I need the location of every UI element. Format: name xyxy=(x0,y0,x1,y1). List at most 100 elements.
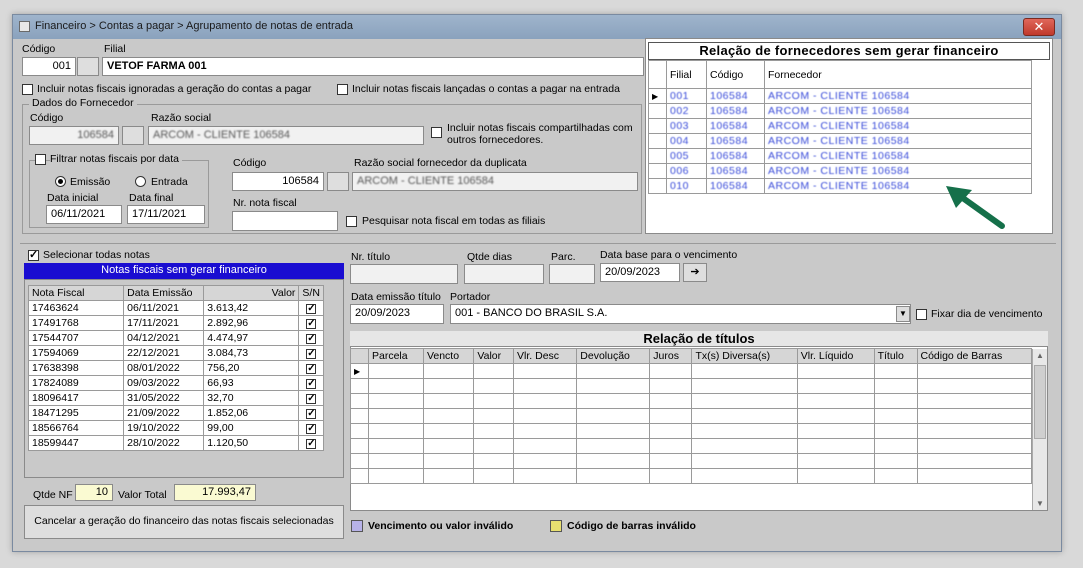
chevron-down-icon[interactable]: ▼ xyxy=(896,306,910,322)
fixar-dia-label: Fixar dia de vencimento xyxy=(931,308,1043,320)
nr-nota-field[interactable] xyxy=(232,211,338,231)
incluir-lancadas-checkbox[interactable] xyxy=(337,84,348,95)
nota-select-cell[interactable]: ✓ xyxy=(298,375,324,391)
titulos-scrollbar[interactable]: ▲ ▼ xyxy=(1032,349,1047,510)
parc-field[interactable] xyxy=(549,264,595,284)
titulo-row[interactable] xyxy=(350,408,1032,424)
apply-date-icon[interactable]: ➔ xyxy=(683,263,707,282)
selecionar-todas-checkbox[interactable] xyxy=(28,248,39,261)
data-emissao-field[interactable]: 20/09/2023 xyxy=(350,304,444,324)
nota-select-cell[interactable]: ✓ xyxy=(298,315,324,331)
scroll-down-icon[interactable]: ▼ xyxy=(1036,499,1044,508)
nota-select-checkbox[interactable]: ✓ xyxy=(306,424,317,434)
titulo-row[interactable] xyxy=(350,393,1032,409)
fornecedor-row[interactable]: 002 106584 ARCOM - CLIENTE 106584 xyxy=(648,103,1032,119)
nota-select-cell[interactable]: ✓ xyxy=(298,345,324,361)
nota-select-cell[interactable]: ✓ xyxy=(298,300,324,316)
nota-row[interactable]: 17463624 06/11/2021 3.613,42 ✓ xyxy=(27,300,324,316)
nota-select-checkbox[interactable]: ✓ xyxy=(306,349,317,359)
emissao-radio[interactable] xyxy=(55,176,66,187)
nota-row[interactable]: 18471295 21/09/2022 1.852,06 ✓ xyxy=(27,405,324,421)
nota-select-checkbox[interactable]: ✓ xyxy=(306,379,317,389)
titulo-row[interactable] xyxy=(350,438,1032,454)
duplicata-lookup-button[interactable] xyxy=(327,172,349,191)
nota-row[interactable]: 17594069 22/12/2021 3.084,73 ✓ xyxy=(27,345,324,361)
nota-value-cell: 3.613,42 xyxy=(203,300,300,316)
nota-select-cell[interactable]: ✓ xyxy=(298,420,324,436)
cancelar-geracao-button[interactable]: Cancelar a geração do financeiro das not… xyxy=(24,505,344,539)
nota-select-checkbox[interactable]: ✓ xyxy=(306,334,317,344)
titulos-col-1: Vencto xyxy=(422,348,475,364)
nr-titulo-field[interactable] xyxy=(350,264,458,284)
nota-value-cell: 2.892,96 xyxy=(203,315,300,331)
titulo-row[interactable]: ▶ xyxy=(350,363,1032,379)
filial-code-field[interactable]: 001 xyxy=(22,57,76,76)
incluir-ignoradas-checkbox[interactable] xyxy=(22,84,33,95)
filtrar-data-checkbox[interactable] xyxy=(35,154,46,165)
titulo-cell xyxy=(796,393,875,409)
nota-select-checkbox[interactable]: ✓ xyxy=(306,364,317,374)
data-inicial-field[interactable]: 06/11/2021 xyxy=(46,205,122,224)
titulo-cell xyxy=(368,453,424,469)
nota-row[interactable]: 17638398 08/01/2022 756,20 ✓ xyxy=(27,360,324,376)
titulo-row[interactable] xyxy=(350,378,1032,394)
entrada-radio[interactable] xyxy=(135,176,146,187)
pesquisar-filiais-checkbox[interactable] xyxy=(346,216,357,227)
titulo-cell xyxy=(796,423,875,439)
nota-select-checkbox[interactable]: ✓ xyxy=(306,394,317,404)
nota-number-cell: 17594069 xyxy=(27,345,125,361)
nota-row[interactable]: 17491768 17/11/2021 2.892,96 ✓ xyxy=(27,315,324,331)
data-base-field[interactable]: 20/09/2023 xyxy=(600,263,680,282)
nota-select-cell[interactable]: ✓ xyxy=(298,360,324,376)
nota-row[interactable]: 17824089 09/03/2022 66,93 ✓ xyxy=(27,375,324,391)
scroll-up-icon[interactable]: ▲ xyxy=(1036,351,1044,360)
filial-name-field[interactable]: VETOF FARMA 001 xyxy=(102,57,644,76)
portador-select[interactable]: 001 - BANCO DO BRASIL S.A. xyxy=(450,304,911,324)
fixar-dia-checkbox[interactable] xyxy=(916,309,927,320)
duplicata-razao-field[interactable]: ARCOM - CLIENTE 106584 xyxy=(352,172,638,191)
nota-select-checkbox[interactable]: ✓ xyxy=(306,319,317,329)
nota-row[interactable]: 18599447 28/10/2022 1.120,50 ✓ xyxy=(27,435,324,451)
compartilhadas-checkbox[interactable] xyxy=(431,127,442,138)
titulo-cell xyxy=(916,438,1032,454)
titulo-cell xyxy=(473,468,515,484)
nota-row[interactable]: 17544707 04/12/2021 4.474,97 ✓ xyxy=(27,330,324,346)
qtde-dias-field[interactable] xyxy=(464,264,544,284)
titulo-cell xyxy=(916,453,1032,469)
nota-row[interactable]: 18566764 19/10/2022 99,00 ✓ xyxy=(27,420,324,436)
close-button[interactable]: ✕ xyxy=(1023,18,1055,36)
nota-select-cell[interactable]: ✓ xyxy=(298,390,324,406)
fornecedor-row[interactable]: ▶ 001 106584 ARCOM - CLIENTE 106584 xyxy=(648,88,1032,104)
fornecedor-row[interactable]: 006 106584 ARCOM - CLIENTE 106584 xyxy=(648,163,1032,179)
nota-select-checkbox[interactable]: ✓ xyxy=(306,304,317,314)
data-final-field[interactable]: 17/11/2021 xyxy=(127,205,205,224)
titulo-cell xyxy=(368,393,424,409)
fornecedor-razao-field[interactable]: ARCOM - CLIENTE 106584 xyxy=(148,126,424,145)
nota-select-checkbox[interactable]: ✓ xyxy=(306,439,317,449)
titulo-row[interactable] xyxy=(350,468,1032,484)
titulo-cell xyxy=(422,363,475,379)
titulo-cell xyxy=(916,363,1032,379)
nota-select-checkbox[interactable]: ✓ xyxy=(306,409,317,419)
scroll-thumb[interactable] xyxy=(1034,365,1046,439)
row-indicator xyxy=(350,453,369,469)
fornecedor-codigo-field[interactable]: 106584 xyxy=(29,126,119,145)
fornecedor-row[interactable]: 003 106584 ARCOM - CLIENTE 106584 xyxy=(648,118,1032,134)
fornecedor-row[interactable]: 005 106584 ARCOM - CLIENTE 106584 xyxy=(648,148,1032,164)
nota-select-cell[interactable]: ✓ xyxy=(298,435,324,451)
nota-select-cell[interactable]: ✓ xyxy=(298,330,324,346)
fornecedor-lookup-button[interactable] xyxy=(122,126,144,145)
titulo-cell xyxy=(513,438,578,454)
nota-row[interactable]: 18096417 31/05/2022 32,70 ✓ xyxy=(27,390,324,406)
titulo-row[interactable] xyxy=(350,423,1032,439)
duplicata-codigo-field[interactable]: 106584 xyxy=(232,172,324,191)
nota-select-cell[interactable]: ✓ xyxy=(298,405,324,421)
data-final-label: Data final xyxy=(129,192,174,204)
filial-lookup-button[interactable] xyxy=(77,57,99,76)
titulos-title: Relação de títulos xyxy=(350,331,1048,347)
titulo-row[interactable] xyxy=(350,453,1032,469)
titulos-col-7: Vlr. Líquido xyxy=(796,348,875,364)
fornecedor-row[interactable]: 004 106584 ARCOM - CLIENTE 106584 xyxy=(648,133,1032,149)
row-indicator xyxy=(648,103,667,119)
titulo-cell xyxy=(916,378,1032,394)
